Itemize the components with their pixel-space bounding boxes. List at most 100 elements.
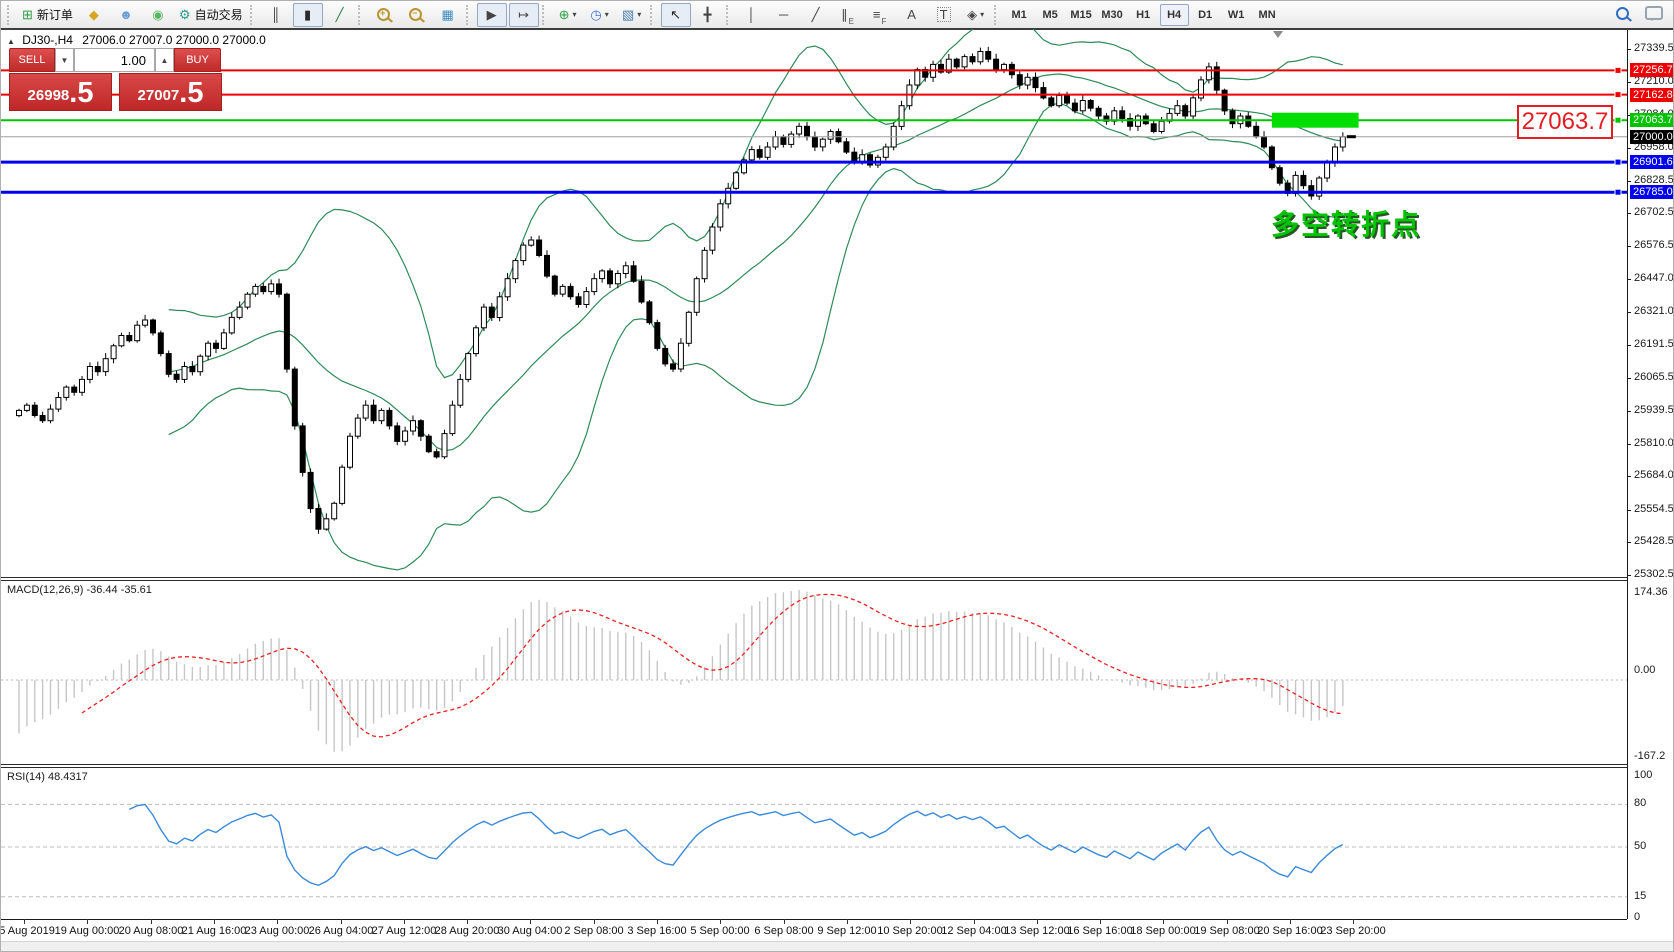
candle: [560, 286, 565, 294]
timeframe-m1-button[interactable]: M1: [1005, 4, 1034, 26]
price-callout-box[interactable]: 27063.7: [1517, 105, 1613, 139]
timeframe-w1-button[interactable]: W1: [1222, 4, 1251, 26]
price-axis-label: 26447.0: [1634, 272, 1674, 284]
price-axis-tick: [1627, 213, 1631, 214]
macd-panel-canvas[interactable]: [1, 581, 1627, 764]
trendline-icon: ╱: [812, 8, 820, 21]
zoom-out-button[interactable]: −: [401, 3, 431, 27]
toolbar-separator[interactable]: [994, 5, 1000, 25]
candle: [568, 286, 573, 296]
templates-button[interactable]: ▧▾: [617, 3, 647, 27]
candle: [686, 312, 691, 343]
candle: [663, 348, 668, 364]
volume-up-button[interactable]: ▲: [155, 48, 174, 72]
crosshair-button[interactable]: ╋: [693, 3, 723, 27]
arrows-button[interactable]: ◈▾: [961, 3, 991, 27]
toolbar-separator[interactable]: [466, 5, 472, 25]
horizontal-line-button[interactable]: ─: [769, 3, 799, 27]
toolbar-separator[interactable]: [726, 5, 732, 25]
zoom-in-button[interactable]: +: [369, 3, 399, 27]
candle: [631, 266, 636, 282]
price-axis-label: 25810.0: [1634, 437, 1674, 449]
vertical-line-button[interactable]: │: [737, 3, 767, 27]
timeframe-h1-button[interactable]: H1: [1129, 4, 1158, 26]
chinese-annotation[interactable]: 多空转折点: [1271, 203, 1421, 243]
auto-scroll-button[interactable]: ▶: [477, 3, 507, 27]
chart-bars-icon: ║: [271, 8, 280, 21]
timeframe-m15-button[interactable]: M15: [1067, 4, 1096, 26]
toolbar-separator[interactable]: [358, 5, 364, 25]
highlight-rectangle[interactable]: [1272, 113, 1359, 128]
toolbar-separator[interactable]: [7, 5, 13, 25]
text-label-button[interactable]: T: [929, 3, 959, 27]
tile-windows-button[interactable]: ▦: [433, 3, 463, 27]
chart-bars-button[interactable]: ║: [261, 3, 291, 27]
metaeditor-icon: ◆: [89, 8, 99, 21]
text-label-icon: T: [937, 7, 951, 22]
chart-shift-button[interactable]: ↦: [509, 3, 539, 27]
time-axis-tick: [1037, 919, 1038, 924]
sell-price[interactable]: 26998.5: [9, 73, 112, 111]
fibonacci-button[interactable]: ≡F: [865, 3, 895, 27]
price-axis-label: 25939.5: [1634, 404, 1674, 416]
candle: [1230, 111, 1235, 124]
time-axis-tick: [1353, 919, 1354, 924]
timeframe-mn-button[interactable]: MN: [1253, 4, 1282, 26]
volume-down-button[interactable]: ▼: [55, 48, 74, 72]
candle: [521, 245, 526, 261]
trendline-button[interactable]: ╱: [801, 3, 831, 27]
indicators-button[interactable]: ⊕▾: [553, 3, 583, 27]
price-axis-label: 26065.5: [1634, 371, 1674, 383]
candle: [340, 467, 345, 503]
chart-shift-marker[interactable]: [1273, 31, 1283, 38]
price-axis-tick: [1627, 510, 1631, 511]
candle: [190, 367, 195, 372]
chevron-down-icon: ▾: [980, 10, 984, 19]
collapse-arrow-icon[interactable]: ▲: [7, 37, 15, 46]
macd-axis-label: 174.36: [1634, 586, 1674, 598]
candle: [537, 240, 542, 256]
buy-button[interactable]: BUY: [174, 48, 221, 72]
candle: [844, 142, 849, 152]
timeframe-m5-button[interactable]: M5: [1036, 4, 1065, 26]
volume-input[interactable]: 1.00: [74, 48, 155, 72]
candle: [158, 333, 163, 354]
chart-candles-button[interactable]: ▮: [293, 3, 323, 27]
candle: [64, 387, 69, 397]
candle: [726, 188, 731, 204]
cursor-button[interactable]: ↖: [661, 3, 691, 27]
metaeditor-button[interactable]: ◆: [79, 3, 109, 27]
toolbar-separator[interactable]: [542, 5, 548, 25]
candle: [1057, 95, 1062, 105]
chart-line-button[interactable]: ╱: [325, 3, 355, 27]
toolbar-separator[interactable]: [650, 5, 656, 25]
timeframe-h4-button[interactable]: H4: [1160, 4, 1189, 26]
text-button[interactable]: A: [897, 3, 927, 27]
rsi-panel-canvas[interactable]: [1, 768, 1627, 920]
new-order-button[interactable]: ⊞新订单: [18, 3, 77, 27]
buy-price[interactable]: 27007.5: [119, 73, 222, 111]
candle: [702, 250, 707, 278]
time-axis-tick: [974, 919, 975, 924]
autotrading-button[interactable]: ⚙自动交易: [175, 3, 247, 27]
rsi-label: RSI(14) 48.4317: [7, 771, 88, 783]
candle: [820, 139, 825, 147]
candle: [308, 472, 313, 508]
sell-button[interactable]: SELL: [9, 48, 55, 72]
community-button[interactable]: ☻: [111, 3, 141, 27]
chat-icon[interactable]: [1645, 6, 1663, 20]
buy-price-dec: .5: [179, 79, 203, 108]
rsi-axis-label: 0: [1634, 911, 1674, 923]
timeframe-d1-button[interactable]: D1: [1191, 4, 1220, 26]
main-chart-canvas[interactable]: [1, 29, 1627, 577]
signals-button[interactable]: ◉: [143, 3, 173, 27]
new-order-icon: ⊞: [22, 8, 33, 21]
candle: [229, 317, 234, 333]
timeframe-m30-button[interactable]: M30: [1098, 4, 1127, 26]
toolbar-separator[interactable]: [250, 5, 256, 25]
candle: [1333, 147, 1338, 163]
search-icon[interactable]: [1616, 7, 1629, 20]
equidistant-channel-button[interactable]: ∥E: [833, 3, 863, 27]
cycles-button[interactable]: ◷▾: [585, 3, 615, 27]
price-axis-label: 25554.5: [1634, 503, 1674, 515]
